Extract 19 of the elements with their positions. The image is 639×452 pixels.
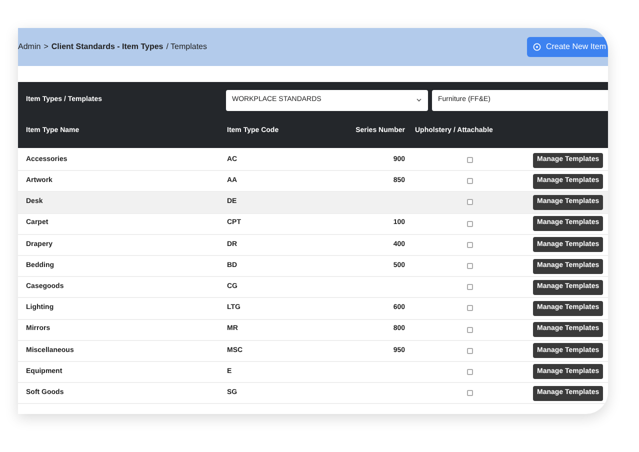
chevron-down-icon [416,98,422,102]
checkbox[interactable] [467,368,473,375]
checkbox[interactable] [467,326,473,333]
checkbox[interactable] [467,220,473,227]
checkbox[interactable] [467,284,473,290]
checkbox[interactable] [467,199,473,206]
checkbox[interactable] [467,305,473,312]
breadcrumb-link[interactable]: Admin [18,41,41,53]
checkbox[interactable] [467,178,473,184]
breadcrumb-separator: > [44,41,48,53]
checkbox[interactable] [467,348,473,354]
create-new-item-button[interactable]: Create New Item [526,37,608,57]
breadcrumb-suffix: / Templates [166,41,207,53]
breadcrumb-current: Client Standards - Item Types [51,41,164,53]
checkbox[interactable] [467,242,473,248]
checkbox[interactable] [467,263,473,270]
add-circle-icon [532,43,541,51]
checkbox[interactable] [467,390,473,396]
checkbox[interactable] [467,157,473,164]
